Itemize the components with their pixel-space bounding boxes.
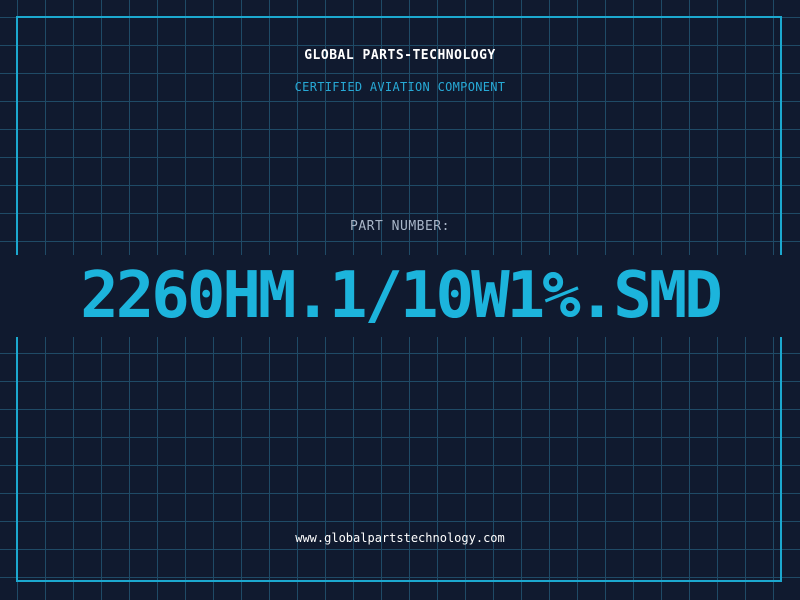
company-name: GLOBAL PARTS-TECHNOLOGY	[304, 48, 496, 63]
website-url[interactable]: www.globalpartstechnology.com	[0, 531, 800, 545]
part-number-value: 2260HM.1/10W1%.SMD	[80, 259, 723, 333]
part-number-label: PART NUMBER:	[350, 219, 450, 234]
tagline: CERTIFIED AVIATION COMPONENT	[294, 80, 506, 94]
